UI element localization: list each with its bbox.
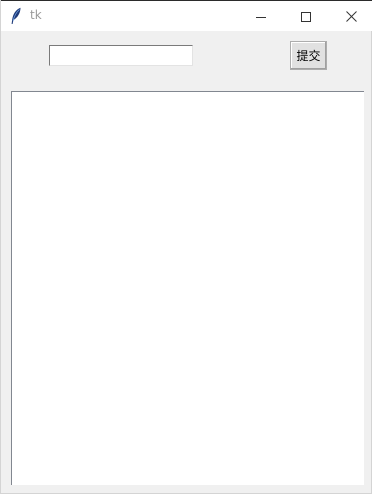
window-title: tk [30, 8, 42, 22]
maximize-icon [301, 7, 311, 26]
tk-window: tk 提交 [0, 0, 372, 494]
output-text-area[interactable] [11, 91, 364, 485]
minimize-icon [256, 7, 266, 26]
text-entry[interactable] [49, 45, 193, 66]
minimize-button[interactable] [238, 1, 284, 31]
feather-icon [10, 7, 22, 25]
submit-button[interactable]: 提交 [290, 41, 327, 70]
title-bar[interactable]: tk [1, 1, 372, 31]
close-button[interactable] [328, 1, 372, 31]
maximize-button[interactable] [283, 1, 329, 31]
client-area: 提交 [1, 31, 371, 493]
close-icon [345, 7, 357, 26]
